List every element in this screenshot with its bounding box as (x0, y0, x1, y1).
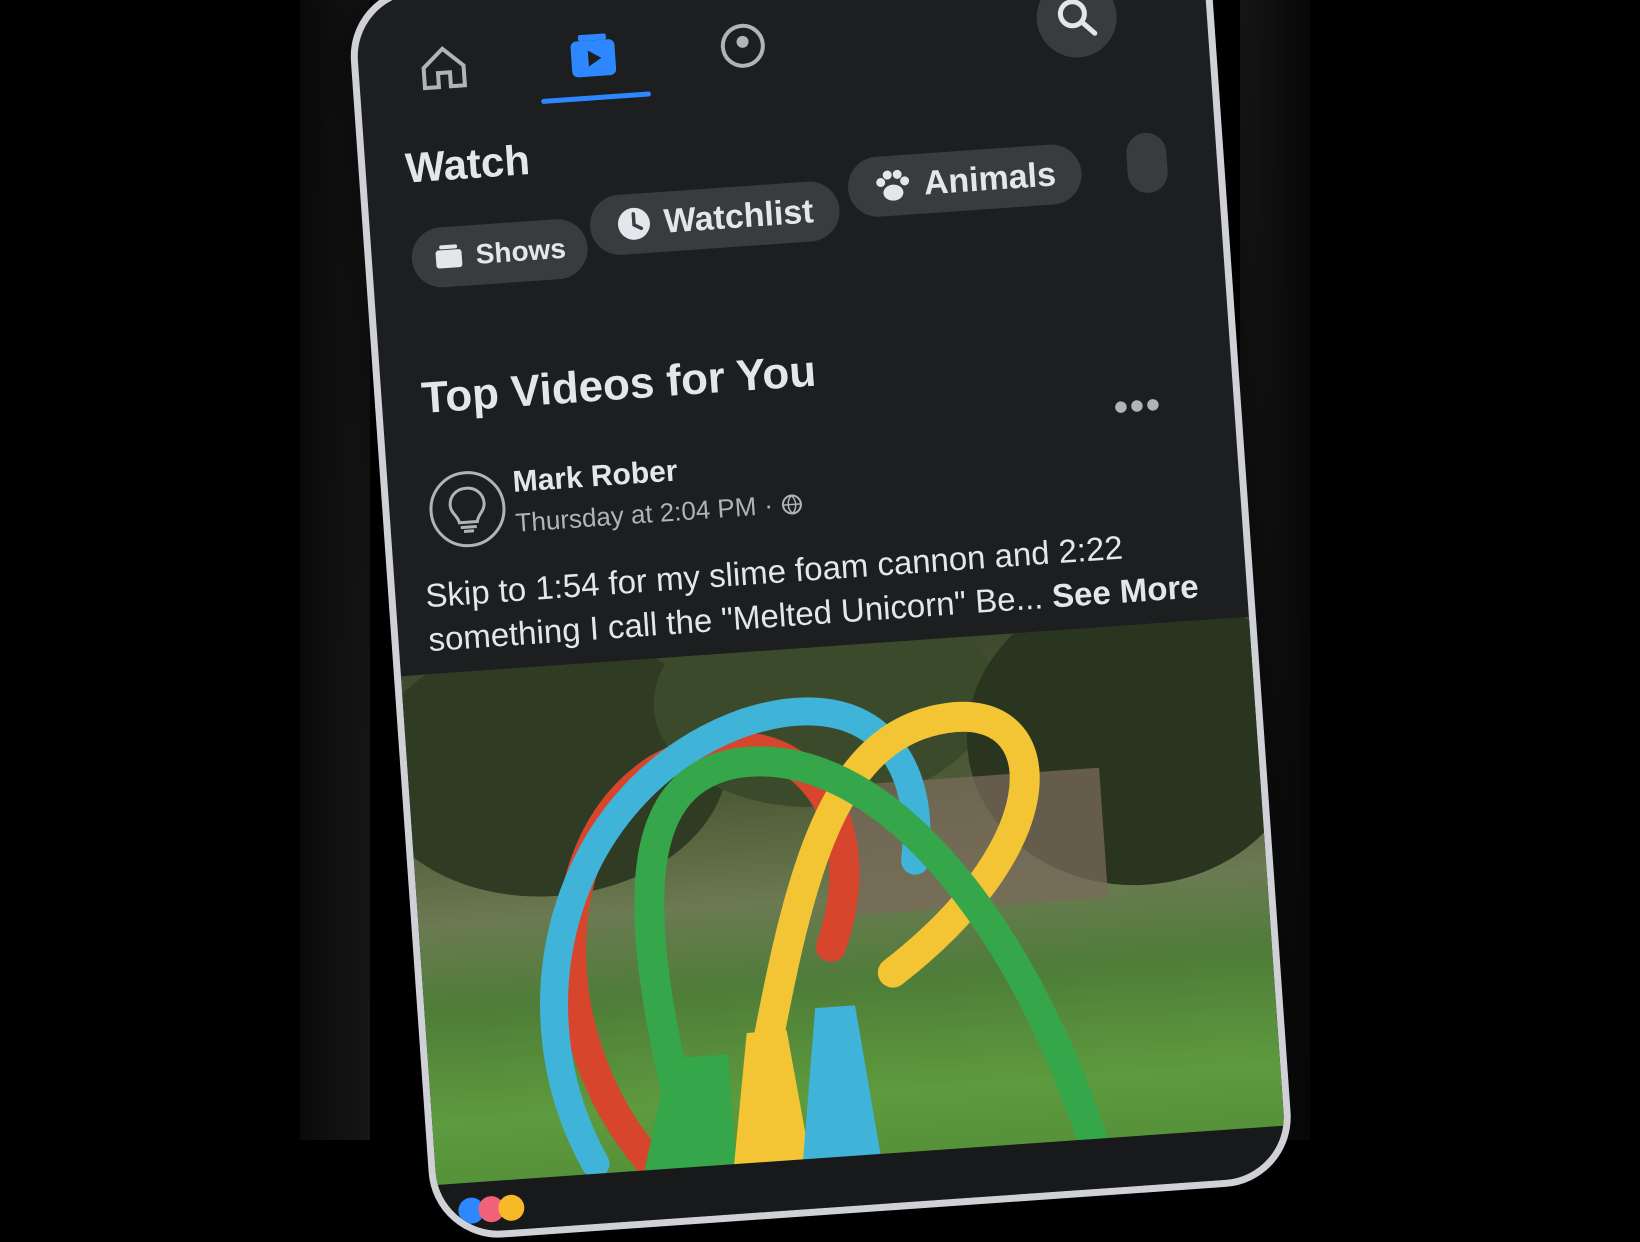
post-options-button[interactable]: ••• (1112, 383, 1163, 431)
lightbulb-icon (448, 486, 486, 533)
clock-icon (617, 207, 650, 240)
filter-shows[interactable]: Shows (409, 217, 590, 290)
top-navigation (396, 0, 1160, 115)
tab-groups[interactable] (705, 8, 780, 83)
filter-animals-label: Animals (922, 154, 1058, 202)
phone-screen: Watch Shows Watchlist Animals Top Videos… (346, 0, 1296, 1242)
groups-icon (720, 23, 765, 68)
filter-more[interactable] (1124, 131, 1170, 195)
filter-watchlist-label: Watchlist (662, 191, 815, 241)
globe-icon (781, 494, 802, 515)
see-more-link[interactable]: See More (1051, 567, 1200, 614)
video-player[interactable] (400, 616, 1288, 1235)
active-tab-indicator (541, 91, 652, 105)
search-button[interactable] (1033, 0, 1120, 61)
section-title: Top Videos for You (419, 346, 818, 424)
meta-separator: · (763, 489, 774, 521)
filter-shows-label: Shows (474, 232, 567, 270)
post-author[interactable]: Mark Rober (512, 454, 679, 499)
paw-icon (876, 169, 910, 201)
watch-icon (570, 33, 617, 78)
tab-watch[interactable] (556, 19, 631, 94)
avatar[interactable] (426, 468, 509, 550)
post-timestamp[interactable]: Thursday at 2:04 PM (515, 491, 758, 539)
search-icon (1057, 0, 1098, 36)
tab-home[interactable] (406, 29, 481, 104)
shows-icon (435, 244, 463, 269)
home-icon (421, 46, 468, 91)
page-title: Watch (403, 136, 532, 192)
filter-watchlist[interactable]: Watchlist (587, 179, 842, 257)
filter-animals[interactable]: Animals (845, 142, 1084, 219)
